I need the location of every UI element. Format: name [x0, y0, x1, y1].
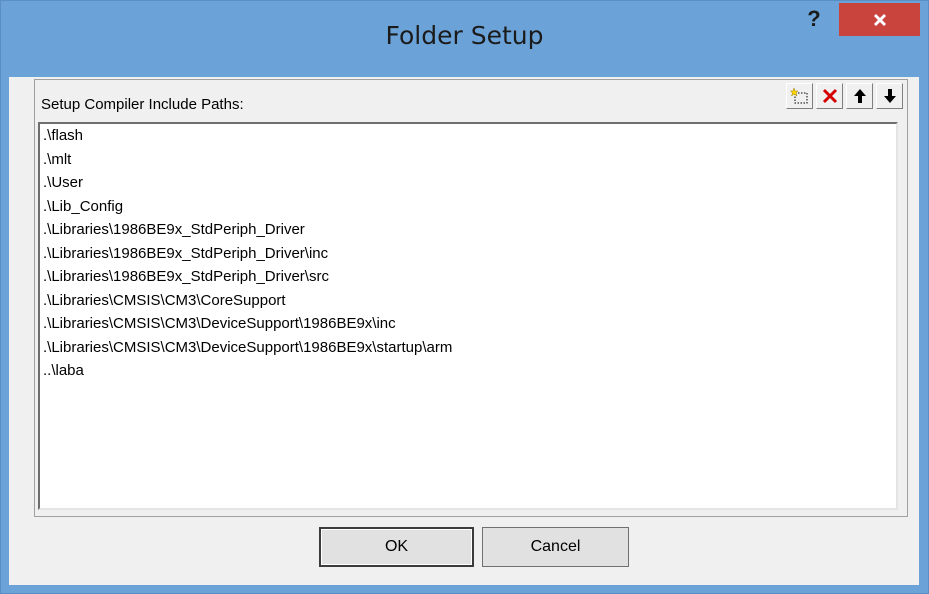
move-down-icon — [883, 89, 896, 103]
dialog-title: Folder Setup — [385, 21, 544, 50]
move-up-icon — [853, 89, 866, 103]
list-item[interactable]: ..\laba — [40, 359, 896, 383]
list-item[interactable]: .\Libraries\CMSIS\CM3\CoreSupport — [40, 289, 896, 313]
folder-setup-dialog: Folder Setup ? Setup Compiler Include Pa… — [0, 0, 929, 594]
list-item[interactable]: .\mlt — [40, 148, 896, 172]
include-paths-label: Setup Compiler Include Paths: — [41, 96, 244, 113]
list-item[interactable]: .\Libraries\1986BE9x_StdPeriph_Driver\sr… — [40, 265, 896, 289]
close-button[interactable] — [839, 3, 920, 36]
list-item[interactable]: .\Lib_Config — [40, 195, 896, 219]
list-item[interactable]: .\Libraries\CMSIS\CM3\DeviceSupport\1986… — [40, 336, 896, 360]
list-item[interactable]: .\Libraries\1986BE9x_StdPeriph_Driver\in… — [40, 242, 896, 266]
ok-button[interactable]: OK — [319, 527, 474, 567]
move-down-button[interactable] — [876, 83, 903, 109]
list-item[interactable]: .\Libraries\1986BE9x_StdPeriph_Driver — [40, 218, 896, 242]
move-up-button[interactable] — [846, 83, 873, 109]
title-bar[interactable]: Folder Setup ? — [1, 1, 928, 77]
dialog-body: Setup Compiler Include Paths: .\flash .\… — [9, 77, 919, 585]
cancel-button[interactable]: Cancel — [482, 527, 629, 567]
include-paths-group: Setup Compiler Include Paths: .\flash .\… — [34, 79, 908, 517]
delete-icon — [822, 88, 837, 104]
list-item[interactable]: .\Libraries\CMSIS\CM3\DeviceSupport\1986… — [40, 312, 896, 336]
help-button[interactable]: ? — [797, 5, 831, 33]
new-folder-icon — [789, 87, 807, 104]
include-paths-list[interactable]: .\flash .\mlt .\User .\Lib_Config .\Libr… — [38, 122, 898, 510]
list-item[interactable]: .\flash — [40, 124, 896, 148]
delete-button[interactable] — [816, 83, 843, 109]
new-folder-button[interactable] — [786, 83, 813, 109]
list-toolbar — [786, 83, 903, 109]
list-item[interactable]: .\User — [40, 171, 896, 195]
close-icon — [873, 13, 886, 27]
